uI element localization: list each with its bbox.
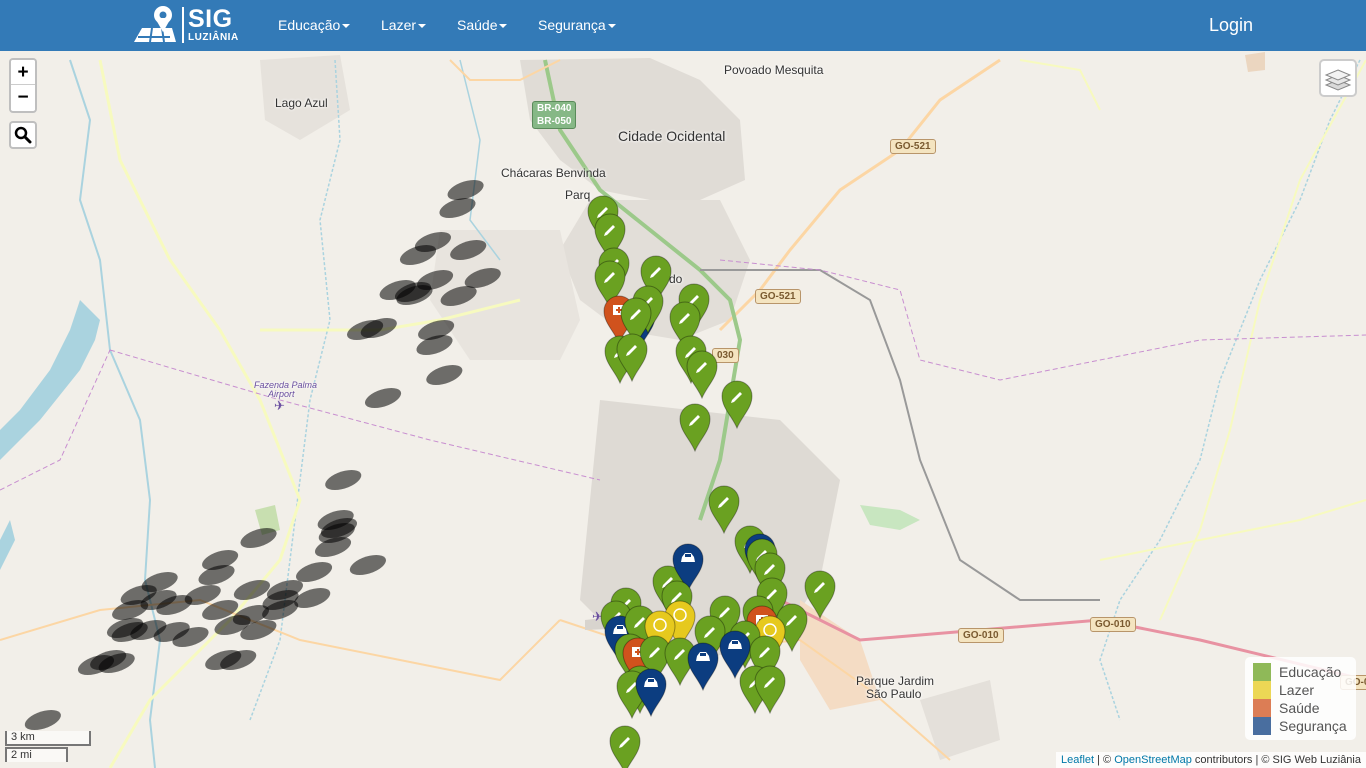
leaflet-link[interactable]: Leaflet: [1061, 754, 1094, 766]
nav-saude-dropdown[interactable]: Saúde: [457, 0, 508, 51]
legend-item-saude: Saúde: [1253, 699, 1348, 717]
legend-item-educacao: Educação: [1253, 663, 1348, 681]
legend-swatch: [1253, 663, 1271, 681]
search-icon: [14, 126, 32, 144]
marker-shadow: [364, 388, 402, 408]
map-legend: Educação Lazer Saúde Segurança: [1245, 657, 1356, 740]
marker-shadow: [399, 245, 437, 265]
marker-shadow: [24, 710, 61, 730]
nav-seguranca-label: Segurança: [538, 17, 606, 33]
scale-bar-km: 3 km: [5, 731, 91, 746]
caret-down-icon: [499, 24, 508, 29]
caret-down-icon: [342, 24, 351, 29]
nav-seguranca-dropdown[interactable]: Segurança: [538, 0, 616, 51]
marker-shadow: [447, 180, 484, 200]
educacao-marker[interactable]: [708, 485, 740, 535]
brand-divider: [182, 7, 184, 43]
marker-layer: [24, 180, 836, 768]
marker-shadow: [240, 528, 277, 548]
caret-down-icon: [418, 24, 427, 29]
brand-title: SIG: [188, 5, 233, 33]
scale-bar-mi: 2 mi: [5, 747, 68, 762]
marker-shadow: [325, 470, 362, 490]
marker-shadow: [416, 335, 453, 355]
nav-educacao-label: Educação: [278, 17, 341, 33]
educacao-marker[interactable]: [754, 665, 786, 715]
top-navbar: SIG LUZIÂNIA Educação Lazer Saúde Segura…: [0, 0, 1366, 51]
marker-shadow: [440, 286, 477, 306]
educacao-marker[interactable]: [686, 350, 718, 400]
marker-shadow: [198, 565, 235, 585]
marker-shadow: [349, 555, 386, 575]
osm-link[interactable]: OpenStreetMap: [1114, 754, 1192, 766]
login-link[interactable]: Login: [1209, 0, 1253, 51]
marker-shadow: [439, 198, 476, 218]
nav-lazer-dropdown[interactable]: Lazer: [381, 0, 427, 51]
layers-icon: [1324, 69, 1352, 91]
educacao-marker[interactable]: [609, 725, 641, 768]
marker-shadow: [426, 365, 463, 385]
zoom-control: + −: [9, 58, 37, 113]
legend-item-seguranca: Segurança: [1253, 717, 1348, 735]
zoom-out-button[interactable]: −: [11, 85, 35, 110]
educacao-marker[interactable]: [804, 570, 836, 620]
educacao-marker[interactable]: [721, 380, 753, 430]
legend-swatch: [1253, 699, 1271, 717]
map-pin-logo-icon: [132, 4, 178, 46]
brand-logo[interactable]: SIG LUZIÂNIA: [132, 4, 239, 46]
legend-swatch: [1253, 681, 1271, 699]
legend-item-lazer: Lazer: [1253, 681, 1348, 699]
legend-swatch: [1253, 717, 1271, 735]
zoom-in-button[interactable]: +: [11, 60, 35, 85]
brand-subtitle: LUZIÂNIA: [188, 32, 239, 43]
nav-saude-label: Saúde: [457, 17, 498, 33]
search-button[interactable]: [9, 121, 37, 149]
nav-lazer-label: Lazer: [381, 17, 417, 33]
marker-shadow: [314, 537, 352, 557]
map-canvas[interactable]: Povoado Mesquita Lago Azul Cidade Ociden…: [0, 51, 1366, 768]
nav-educacao-dropdown[interactable]: Educação: [278, 0, 351, 51]
marker-shadow: [450, 240, 487, 260]
caret-down-icon: [607, 24, 616, 29]
educacao-marker[interactable]: [679, 403, 711, 453]
marker-shadow: [464, 268, 501, 288]
seguranca-marker[interactable]: [687, 642, 719, 692]
layers-button[interactable]: [1319, 59, 1357, 97]
marker-shadow: [295, 562, 333, 582]
map-attribution: Leaflet | © OpenStreetMap contributors |…: [1056, 752, 1366, 768]
